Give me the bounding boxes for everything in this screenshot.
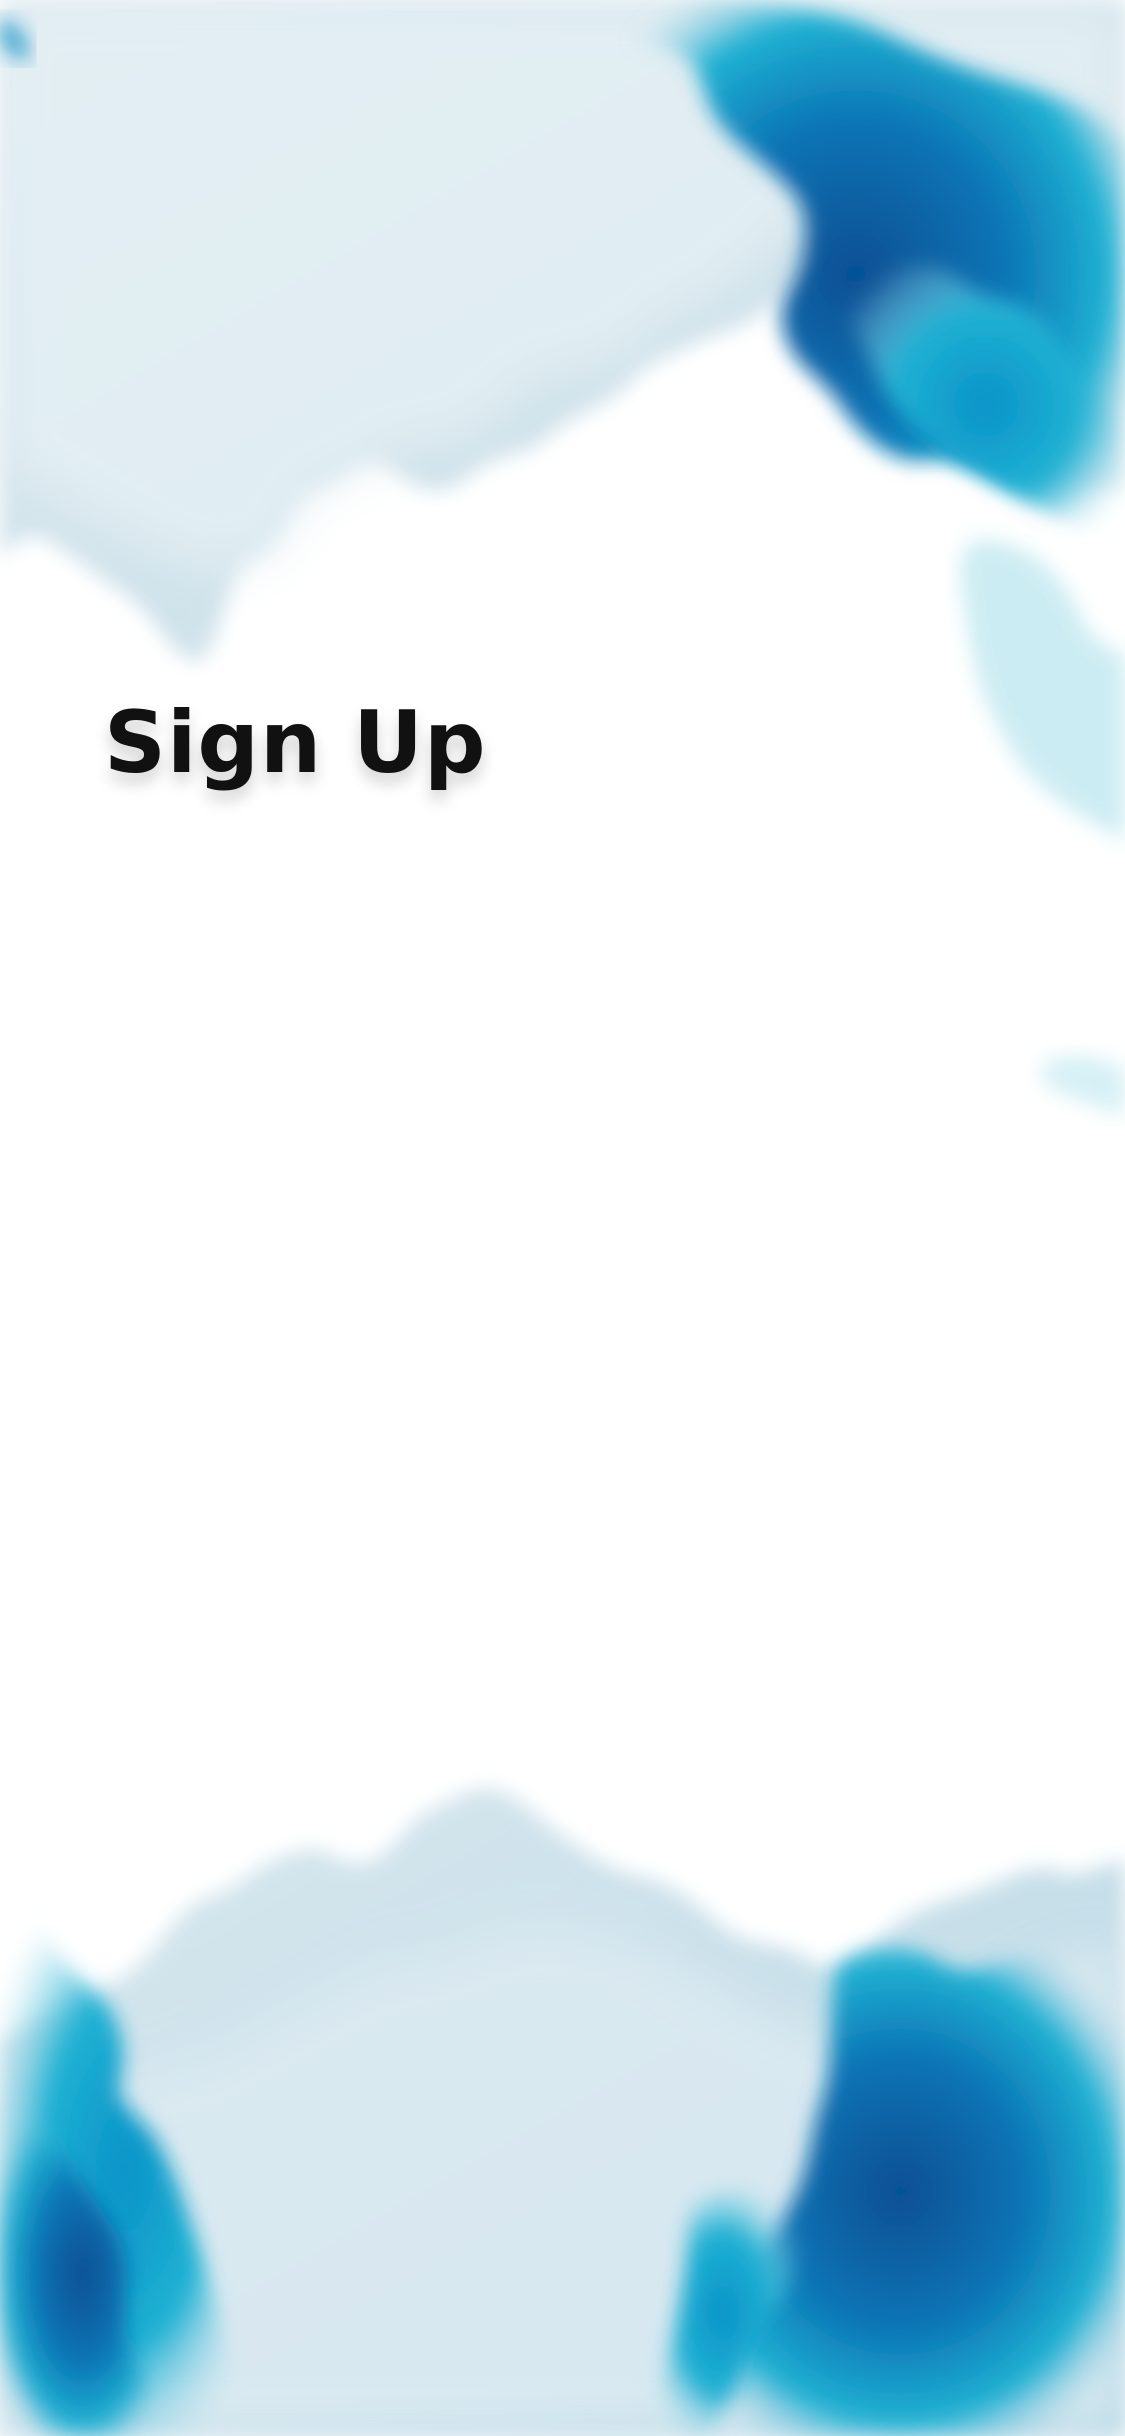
sign-up-screen: Sign Up bbox=[0, 0, 1125, 2436]
watercolor-ink-background bbox=[0, 0, 1125, 2436]
page-title: Sign Up bbox=[104, 693, 487, 793]
